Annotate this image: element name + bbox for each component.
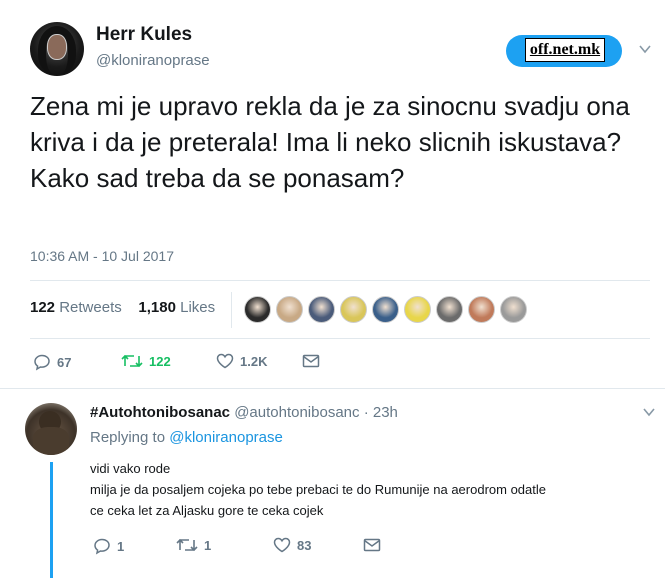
reply-handle[interactable]: @autohtonibosanc	[234, 404, 359, 421]
liker-avatar[interactable]	[372, 296, 399, 323]
reply-like-action[interactable]: 83	[273, 537, 311, 553]
reply-time[interactable]: 23h	[373, 404, 398, 421]
retweets-label[interactable]: Retweets	[59, 299, 122, 316]
tweet-text: Zena mi je upravo rekla da je za sinocnu…	[30, 91, 630, 193]
liker-avatar[interactable]	[404, 296, 431, 323]
stats-separator	[231, 292, 232, 328]
tweet-stats: 122 Retweets 1,180 Likes	[30, 299, 215, 316]
like-action[interactable]: 1.2K	[216, 353, 267, 369]
replying-label: Replying to	[90, 429, 166, 446]
retweet-count: 122	[149, 353, 171, 369]
reply-text-line: milja je da posaljem cojeka po tebe preb…	[90, 482, 546, 497]
user-avatar[interactable]	[30, 22, 84, 76]
replying-to: Replying to @kloniranoprase	[90, 429, 283, 446]
retweet-icon	[176, 538, 198, 552]
liker-avatar[interactable]	[468, 296, 495, 323]
reply-reply-action[interactable]: 1	[93, 537, 124, 555]
like-count: 1.2K	[240, 353, 268, 369]
heart-icon	[273, 537, 291, 553]
liker-avatars	[244, 296, 532, 324]
liker-avatar[interactable]	[340, 296, 367, 323]
reply-text-line: vidi vako rode	[90, 461, 171, 476]
reply-action[interactable]: 67	[33, 353, 71, 371]
reply-text-line: ce ceka let za Aljasku gore te ceka coje…	[90, 503, 324, 518]
chevron-down-icon[interactable]	[638, 42, 652, 56]
retweet-action[interactable]: 122	[121, 353, 171, 369]
liker-avatar[interactable]	[308, 296, 335, 323]
thread-line	[50, 462, 53, 578]
heart-icon	[216, 353, 234, 369]
liker-avatar[interactable]	[500, 296, 527, 323]
reply-retweet-count: 1	[204, 537, 212, 553]
retweet-icon	[121, 354, 143, 368]
divider	[30, 338, 650, 339]
watermark-label: off.net.mk	[525, 38, 605, 62]
reply-count: 67	[57, 354, 72, 370]
reply-user-avatar[interactable]	[25, 403, 77, 455]
envelope-icon	[363, 538, 381, 552]
reply-reply-count: 1	[117, 538, 125, 554]
reply-like-count: 83	[297, 537, 312, 553]
reply-icon	[94, 538, 110, 555]
liker-avatar[interactable]	[436, 296, 463, 323]
chevron-down-icon[interactable]	[642, 405, 656, 419]
envelope-icon	[302, 354, 320, 368]
liker-avatar[interactable]	[276, 296, 303, 323]
reply-icon	[34, 354, 50, 371]
user-display-name[interactable]: Herr Kules	[96, 24, 192, 46]
divider	[0, 388, 665, 389]
tweet-timestamp[interactable]: 10:36 AM - 10 Jul 2017	[30, 248, 174, 264]
likes-count[interactable]: 1,180	[138, 299, 176, 316]
retweets-count[interactable]: 122	[30, 299, 55, 316]
reply-retweet-action[interactable]: 1	[176, 537, 211, 553]
message-action[interactable]	[302, 353, 320, 369]
likes-label[interactable]: Likes	[180, 299, 215, 316]
user-handle[interactable]: @kloniranoprase	[96, 52, 210, 69]
reply-text: vidi vako rode milja je da posaljem coje…	[90, 458, 650, 521]
reply-header: #Autohtonibosanac @autohtonibosanc · 23h	[90, 404, 398, 421]
liker-avatar[interactable]	[244, 296, 271, 323]
divider	[30, 280, 650, 281]
replying-to-link[interactable]: @kloniranoprase	[169, 429, 283, 446]
reply-message-action[interactable]	[363, 537, 381, 553]
reply-display-name[interactable]: #Autohtonibosanac	[90, 404, 230, 421]
